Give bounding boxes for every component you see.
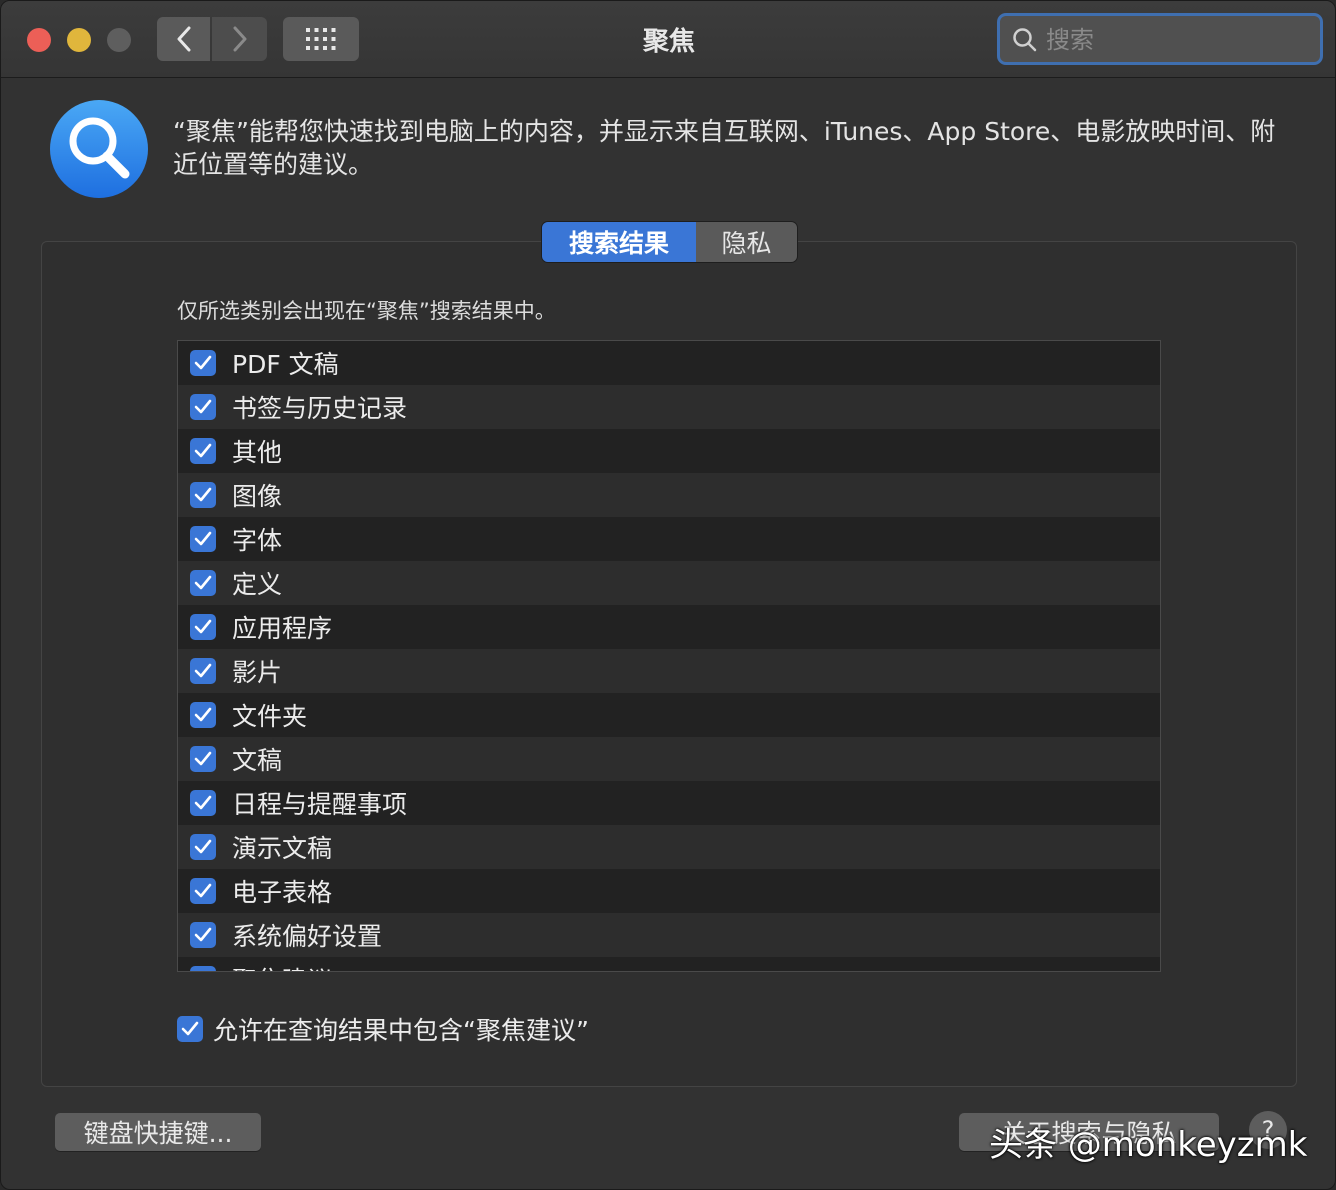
zoom-window-button[interactable] [107, 28, 131, 52]
list-item-label: 定义 [232, 570, 283, 599]
checkbox[interactable] [190, 438, 216, 464]
tab-search-results[interactable]: 搜索结果 [542, 222, 696, 262]
checkbox[interactable] [190, 482, 216, 508]
search-input[interactable] [1044, 16, 1308, 64]
tab-privacy[interactable]: 隐私 [696, 222, 797, 262]
minimize-window-button[interactable] [67, 28, 91, 52]
window-title: 聚焦 [642, 27, 695, 57]
list-item-label: PDF 文稿 [232, 350, 339, 379]
list-item[interactable]: 文稿 [178, 737, 1160, 781]
allow-suggestions-label: 允许在查询结果中包含“聚焦建议” [213, 1016, 589, 1045]
checkmark-icon [194, 663, 212, 678]
list-item[interactable]: 文件夹 [178, 693, 1160, 737]
list-item-label: 演示文稿 [232, 834, 333, 863]
list-item[interactable]: 定义 [178, 561, 1160, 605]
list-item-label: 文件夹 [232, 702, 308, 731]
close-window-button[interactable] [27, 28, 51, 52]
back-button[interactable] [157, 17, 210, 61]
checkmark-icon [194, 443, 212, 458]
checkmark-icon [194, 883, 212, 898]
list-item[interactable]: 日程与提醒事项 [178, 781, 1160, 825]
list-item[interactable]: 聚焦建议 [178, 957, 1160, 972]
list-item-label: 文稿 [232, 746, 283, 775]
checkmark-icon [194, 487, 212, 502]
chevron-left-icon [177, 26, 190, 52]
list-item-label: 日程与提醒事项 [232, 790, 408, 819]
checkbox[interactable] [190, 790, 216, 816]
checkmark-icon [194, 927, 212, 942]
watermark: 头条 @monkeyzmk [989, 1125, 1308, 1165]
keyboard-shortcuts-button[interactable]: 键盘快捷键... [55, 1113, 261, 1151]
checkmark-icon [194, 575, 212, 590]
show-all-button[interactable] [283, 17, 359, 61]
checkmark-icon [194, 399, 212, 414]
list-item[interactable]: 电子表格 [178, 869, 1160, 913]
checkmark-icon [194, 531, 212, 546]
results-hint: 仅所选类别会出现在“聚焦”搜索结果中。 [177, 299, 556, 323]
checkbox[interactable] [190, 658, 216, 684]
list-item[interactable]: 应用程序 [178, 605, 1160, 649]
checkbox[interactable] [190, 526, 216, 552]
grid-icon [306, 28, 336, 50]
checkbox[interactable] [190, 746, 216, 772]
chevron-right-icon [233, 26, 246, 52]
list-item[interactable]: 书签与历史记录 [178, 385, 1160, 429]
search-icon [1013, 28, 1037, 52]
list-item[interactable]: 字体 [178, 517, 1160, 561]
list-item[interactable]: 图像 [178, 473, 1160, 517]
list-item-label: 系统偏好设置 [232, 922, 383, 951]
checkmark-icon [194, 795, 212, 810]
list-item-label: 电子表格 [232, 878, 333, 907]
allow-suggestions-option[interactable]: 允许在查询结果中包含“聚焦建议” [177, 1011, 589, 1047]
checkmark-icon [194, 971, 212, 972]
list-item[interactable]: 系统偏好设置 [178, 913, 1160, 957]
title-bar: 聚焦 [1, 1, 1335, 78]
checkmark-icon [194, 619, 212, 634]
checkbox[interactable] [190, 966, 216, 972]
checkbox[interactable] [190, 570, 216, 596]
checkbox[interactable] [190, 394, 216, 420]
checkbox[interactable] [190, 834, 216, 860]
forward-button[interactable] [212, 17, 267, 61]
list-item-label: 聚焦建议 [232, 961, 332, 971]
checkmark-icon [181, 1021, 199, 1036]
tab-bar: 搜索结果 隐私 [542, 222, 797, 262]
checkmark-icon [194, 355, 212, 370]
checkmark-icon [194, 839, 212, 854]
list-item-label: 字体 [232, 526, 283, 555]
preferences-window: 聚焦 “聚焦”能帮您快速找到电脑上的内容，并显示来自互联网、iTunes、App… [0, 0, 1336, 1190]
list-item[interactable]: 演示文稿 [178, 825, 1160, 869]
search-field[interactable] [997, 13, 1323, 65]
list-item-label: 书签与历史记录 [232, 394, 408, 423]
checkbox[interactable] [190, 702, 216, 728]
list-item-label: 其他 [232, 438, 283, 467]
search-field-inner [1000, 16, 1320, 64]
spotlight-icon [50, 100, 148, 198]
list-item[interactable]: 其他 [178, 429, 1160, 473]
checkmark-icon [194, 751, 212, 766]
checkbox[interactable] [190, 878, 216, 904]
list-item[interactable]: PDF 文稿 [178, 341, 1160, 385]
allow-suggestions-checkbox[interactable] [177, 1016, 203, 1042]
checkbox[interactable] [190, 922, 216, 948]
list-item-label: 应用程序 [232, 614, 333, 643]
category-list: PDF 文稿 书签与历史记录 其他 图像 字体 定义 应用程序 影片 文件夹 文… [177, 340, 1161, 972]
checkbox[interactable] [190, 614, 216, 640]
spotlight-description: “聚焦”能帮您快速找到电脑上的内容，并显示来自互联网、iTunes、App St… [173, 117, 1276, 179]
checkmark-icon [194, 707, 212, 722]
list-item-label: 影片 [232, 658, 283, 687]
list-item[interactable]: 影片 [178, 649, 1160, 693]
list-item-label: 图像 [232, 482, 283, 511]
checkbox[interactable] [190, 350, 216, 376]
